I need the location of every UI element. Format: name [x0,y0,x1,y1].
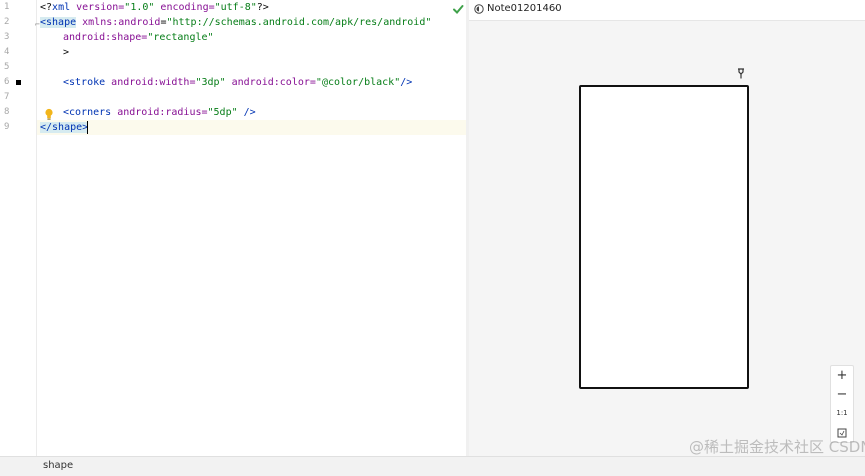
line-number: 3 [4,32,10,42]
chevron-down-icon[interactable]: ⌄ [551,2,559,12]
code-token: encoding= [154,2,215,13]
zoom-out-button[interactable]: − [831,385,853,404]
code-token: ?> [256,2,269,13]
code-token: "@color/black" [315,77,401,88]
code-token: "http://schemas.android.com/apk/res/andr… [166,17,432,28]
check-icon[interactable] [452,3,464,15]
code-token: /> [400,77,413,88]
zoom-actual-size-button[interactable]: 1:1 [831,404,853,423]
status-bar: shape [0,456,865,476]
pin-icon[interactable] [737,68,745,79]
line-number: 2 [4,17,10,27]
layout-preview-panel[interactable]: Note01201460 ⌄ + − 1:1 [469,0,865,456]
zoom-controls: + − 1:1 [830,365,854,443]
line-number: 8 [4,107,10,117]
code-token: <shape [40,17,77,28]
code-token: :radius= [159,107,208,118]
line-number: 6 [4,77,10,87]
code-line-6[interactable]: <stroke android:width="3dp" android:colo… [63,75,412,90]
code-token: "5dp" [207,107,238,118]
line-number: 4 [4,47,10,57]
code-token: "rectangle" [147,32,214,43]
code-token: :width= [153,77,196,88]
device-selector-bar: Note01201460 ⌄ [469,0,865,21]
code-line-9[interactable]: </shape> [40,120,89,135]
line-number: 5 [4,62,10,72]
code-token: "3dp" [195,77,226,88]
code-token: :shape= [105,32,148,43]
line-number: 9 [4,122,10,132]
line-number: 7 [4,92,10,102]
code-token: android [63,32,106,43]
lightbulb-icon[interactable] [44,108,54,120]
code-line-8[interactable]: <corners android:radius="5dp" /> [63,105,256,120]
code-token: xml [52,2,71,13]
code-token: android [225,77,274,88]
code-token: "1.0" [124,2,155,13]
code-token: android [111,107,160,118]
text-caret [87,121,88,134]
code-token: </shape> [40,122,89,133]
code-token: /> [237,107,256,118]
code-token: version= [70,2,125,13]
watermark: @稀土掘金技术社区 CSDN @傲笑狗 [689,438,865,456]
code-line-2[interactable]: <shape xmlns:android="http://schemas.and… [40,15,431,30]
code-editor[interactable]: 1 2 3 4 6 7 8 9 5 ⌐ <?xml version="1.0" … [0,0,466,456]
code-line-3[interactable]: android:shape="rectangle" [63,30,214,45]
color-swatch-icon[interactable] [16,80,21,85]
zoom-in-button[interactable]: + [831,366,853,385]
code-token: "utf-8" [214,2,257,13]
breadcrumb[interactable]: shape [43,460,73,471]
code-token: android [105,77,154,88]
code-token: <stroke [63,77,106,88]
code-token: :color= [273,77,316,88]
current-line-highlight [37,120,466,135]
code-token: xmlns: [76,17,119,28]
line-gutter[interactable]: 1 2 3 4 6 7 8 9 5 [0,0,37,456]
code-line-4[interactable]: > [63,45,69,60]
code-token: android [118,17,161,28]
code-token: > [63,47,70,58]
device-icon [474,4,484,14]
code-token: <corners [63,107,112,118]
code-token: <? [40,2,53,13]
shape-preview-rectangle [579,85,749,389]
code-line-1[interactable]: <?xml version="1.0" encoding="utf-8"?> [40,0,269,15]
line-number: 1 [4,2,10,12]
